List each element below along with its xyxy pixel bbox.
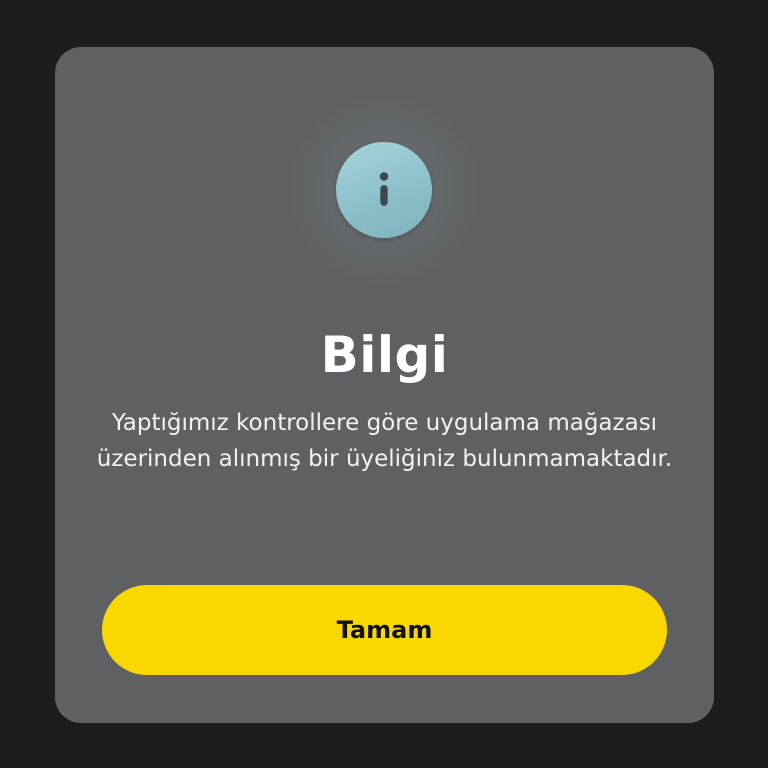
ok-button[interactable]: Tamam (102, 585, 667, 675)
info-dialog: Bilgi Yaptığımız kontrollere göre uygula… (55, 47, 714, 723)
info-icon (336, 142, 432, 238)
dialog-message: Yaptığımız kontrollere göre uygulama mağ… (96, 410, 673, 472)
screen: Bilgi Yaptığımız kontrollere göre uygula… (0, 0, 768, 768)
icon-halo (289, 95, 479, 285)
dialog-title: Bilgi (320, 326, 449, 384)
